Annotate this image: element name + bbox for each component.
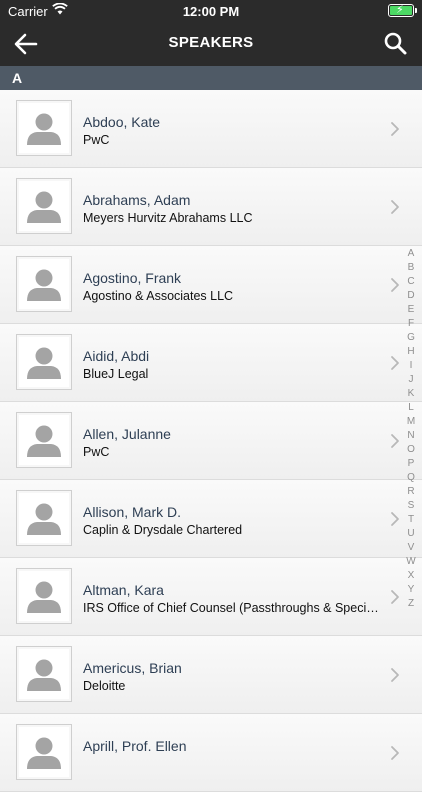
speaker-name: Altman, Kara (83, 582, 164, 598)
chevron-right-icon (391, 512, 399, 526)
person-placeholder-icon (21, 105, 67, 151)
alphabet-index[interactable]: ABCDEFGHIJKLMNOPQRSTUVWXYZ (404, 247, 418, 611)
speaker-name: Allison, Mark D. (83, 504, 182, 520)
speaker-name: Aprill, Prof. Ellen (83, 738, 187, 754)
speaker-row[interactable]: Agostino, Frank Agostino & Associates LL… (0, 246, 422, 324)
index-letter-l[interactable]: L (404, 401, 418, 415)
speaker-organization: PwC (83, 445, 110, 459)
avatar (16, 256, 72, 312)
navigation-bar: SPEAKERS (0, 22, 422, 66)
speaker-organization: Agostino & Associates LLC (83, 289, 234, 303)
search-button[interactable] (382, 30, 410, 58)
speaker-organization: Meyers Hurvitz Abrahams LLC (83, 211, 253, 225)
status-time: 12:00 PM (182, 4, 240, 19)
index-letter-v[interactable]: V (404, 541, 418, 555)
index-letter-w[interactable]: W (404, 555, 418, 569)
chevron-right-icon (391, 590, 399, 604)
avatar (16, 178, 72, 234)
index-letter-c[interactable]: C (404, 275, 418, 289)
index-letter-d[interactable]: D (404, 289, 418, 303)
speaker-name: Aidid, Abdi (83, 348, 150, 364)
status-bar: Carrier 12:00 PM ⚡ (0, 0, 422, 22)
speaker-name: Americus, Brian (83, 660, 182, 676)
index-letter-r[interactable]: R (404, 485, 418, 499)
index-letter-i[interactable]: I (404, 359, 418, 373)
avatar (16, 412, 72, 468)
avatar (16, 334, 72, 390)
speaker-organization: Caplin & Drysdale Chartered (83, 523, 243, 537)
person-placeholder-icon (21, 183, 67, 229)
index-letter-k[interactable]: K (404, 387, 418, 401)
speaker-row[interactable]: Allen, Julanne PwC (0, 402, 422, 480)
index-letter-x[interactable]: X (404, 569, 418, 583)
index-letter-j[interactable]: J (404, 373, 418, 387)
avatar (16, 724, 72, 780)
index-letter-h[interactable]: H (404, 345, 418, 359)
chevron-right-icon (391, 356, 399, 370)
index-letter-f[interactable]: F (404, 317, 418, 331)
speaker-organization: PwC (83, 133, 110, 147)
index-letter-g[interactable]: G (404, 331, 418, 345)
index-letter-o[interactable]: O (404, 443, 418, 457)
speaker-row[interactable]: Abdoo, Kate PwC (0, 90, 422, 168)
index-letter-t[interactable]: T (404, 513, 418, 527)
speaker-name: Allen, Julanne (83, 426, 171, 442)
search-icon (384, 32, 407, 55)
speaker-row[interactable]: Americus, Brian Deloitte (0, 636, 422, 714)
chevron-right-icon (391, 200, 399, 214)
index-letter-b[interactable]: B (404, 261, 418, 275)
page-title: SPEAKERS (168, 34, 254, 51)
top-bar: Carrier 12:00 PM ⚡ SPEAKERS (0, 0, 422, 66)
index-letter-q[interactable]: Q (404, 471, 418, 485)
speaker-name: Abrahams, Adam (83, 192, 191, 208)
speaker-row[interactable]: Abrahams, Adam Meyers Hurvitz Abrahams L… (0, 168, 422, 246)
person-placeholder-icon (21, 651, 67, 697)
speaker-name: Agostino, Frank (83, 270, 182, 286)
avatar (16, 568, 72, 624)
speaker-row[interactable]: Aprill, Prof. Ellen (0, 714, 422, 792)
index-letter-u[interactable]: U (404, 527, 418, 541)
index-letter-e[interactable]: E (404, 303, 418, 317)
index-letter-z[interactable]: Z (404, 597, 418, 611)
index-letter-s[interactable]: S (404, 499, 418, 513)
section-header-a: A (0, 66, 422, 90)
index-letter-y[interactable]: Y (404, 583, 418, 597)
avatar (16, 490, 72, 546)
battery-icon: ⚡ (388, 4, 417, 17)
index-letter-p[interactable]: P (404, 457, 418, 471)
section-letter: A (12, 70, 23, 86)
chevron-right-icon (391, 122, 399, 136)
chevron-right-icon (391, 668, 399, 682)
person-placeholder-icon (21, 729, 67, 775)
speaker-organization: BlueJ Legal (83, 367, 149, 381)
speaker-organization: IRS Office of Chief Counsel (Passthrough… (83, 601, 379, 615)
chevron-right-icon (391, 278, 399, 292)
person-placeholder-icon (21, 339, 67, 385)
index-letter-m[interactable]: M (404, 415, 418, 429)
chevron-right-icon (391, 746, 399, 760)
speaker-organization: Deloitte (83, 679, 126, 693)
avatar (16, 100, 72, 156)
person-placeholder-icon (21, 573, 67, 619)
index-letter-a[interactable]: A (404, 247, 418, 261)
person-placeholder-icon (21, 495, 67, 541)
avatar (16, 646, 72, 702)
speaker-row[interactable]: Allison, Mark D. Caplin & Drysdale Chart… (0, 480, 422, 558)
speaker-list: Abdoo, Kate PwC Abrahams, Adam Meyers Hu… (0, 90, 422, 792)
index-letter-n[interactable]: N (404, 429, 418, 443)
person-placeholder-icon (21, 417, 67, 463)
speaker-row[interactable]: Aidid, Abdi BlueJ Legal (0, 324, 422, 402)
chevron-right-icon (391, 434, 399, 448)
speaker-row[interactable]: Altman, Kara IRS Office of Chief Counsel… (0, 558, 422, 636)
person-placeholder-icon (21, 261, 67, 307)
speaker-name: Abdoo, Kate (83, 114, 161, 130)
